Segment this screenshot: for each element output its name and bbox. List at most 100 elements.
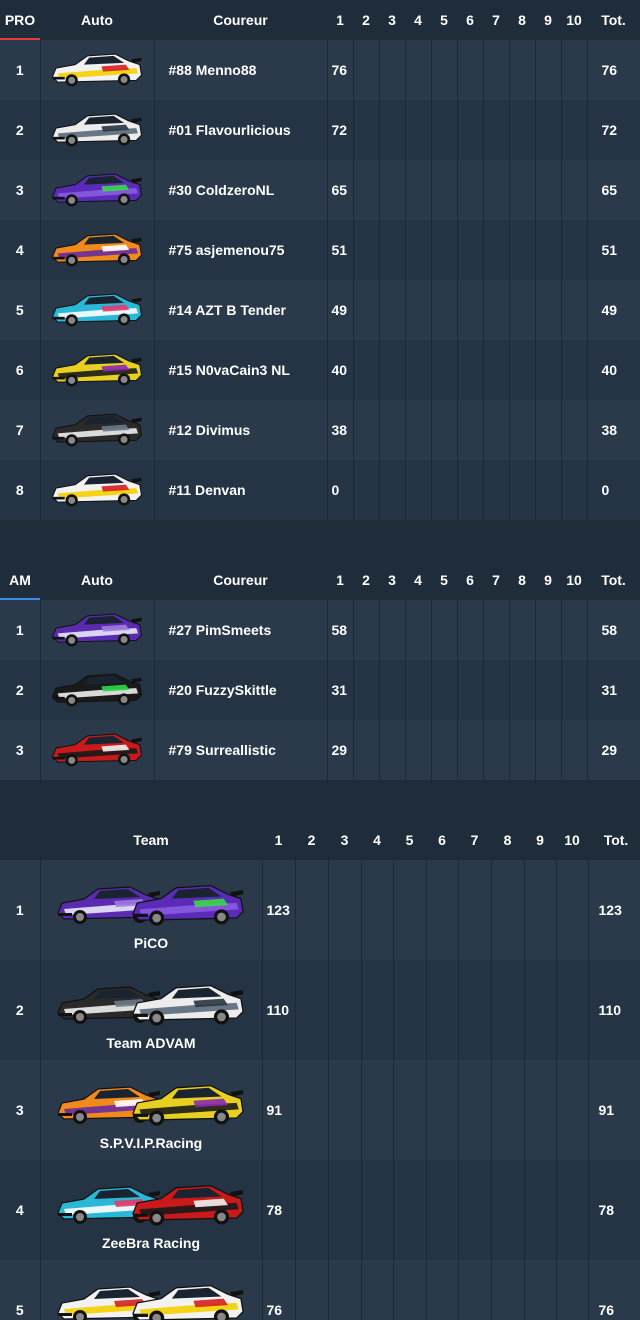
round-10-points xyxy=(561,40,588,100)
round-5-points xyxy=(431,220,458,280)
round-10-points xyxy=(556,1160,589,1260)
round-7-points xyxy=(458,860,492,960)
team-row: 2 Team ADVAM 110 110 xyxy=(0,960,640,1060)
round-8-points xyxy=(491,960,525,1060)
car-cell xyxy=(40,40,155,100)
round-3-points xyxy=(328,1060,362,1160)
round-7-points xyxy=(458,1060,492,1160)
round-1-points: 40 xyxy=(327,340,354,400)
position-cell: 1 xyxy=(0,600,41,660)
round-4-points xyxy=(405,600,432,660)
driver-name: #01 Flavourlicious xyxy=(154,100,328,160)
race-car-icon xyxy=(51,233,143,266)
round-3-points xyxy=(379,660,406,720)
team-row: 4 ZeeBra Racing 78 78 xyxy=(0,1160,640,1260)
standings-row: 3 #30 ColdzeroNL 65 65 xyxy=(0,160,640,220)
round-2-points xyxy=(295,960,329,1060)
am-class-label: AM xyxy=(9,572,31,588)
round-9-points xyxy=(535,400,562,460)
car-column-header: Auto xyxy=(40,560,154,600)
round-4-points xyxy=(405,160,432,220)
round-6-points xyxy=(457,340,484,400)
round-2-points xyxy=(353,160,380,220)
team-pos-header xyxy=(0,820,40,860)
am-header-row: AM Auto Coureur 1 2 3 4 5 6 7 8 9 10 Tot… xyxy=(0,560,640,600)
round-1-points: 0 xyxy=(327,460,354,520)
total-points: 91 xyxy=(588,1060,640,1160)
pro-tab-indicator xyxy=(0,38,40,40)
race-car-icon xyxy=(132,1084,244,1126)
round-9-points xyxy=(535,720,562,780)
round-6-points xyxy=(457,460,484,520)
round-3-points xyxy=(379,340,406,400)
round-2-points xyxy=(353,340,380,400)
round-10-header: 10 xyxy=(556,820,588,860)
round-6-points xyxy=(457,220,484,280)
round-7-header: 7 xyxy=(483,0,509,40)
car-column-header: Auto xyxy=(40,0,154,40)
driver-column-header: Coureur xyxy=(154,0,327,40)
round-5-points xyxy=(393,960,427,1060)
position-cell: 1 xyxy=(0,860,41,960)
round-10-points xyxy=(561,460,588,520)
driver-name: #14 AZT B Tender xyxy=(154,280,328,340)
race-car-icon xyxy=(51,293,143,326)
pro-class-tab[interactable]: PRO xyxy=(0,0,40,40)
round-1-header: 1 xyxy=(262,820,295,860)
round-3-points xyxy=(379,160,406,220)
round-8-points xyxy=(509,220,536,280)
round-5-points xyxy=(431,280,458,340)
round-7-points xyxy=(483,280,510,340)
position-cell: 3 xyxy=(0,720,41,780)
round-5-points xyxy=(393,860,427,960)
driver-name: #11 Denvan xyxy=(154,460,328,520)
round-5-points xyxy=(431,460,458,520)
round-10-points xyxy=(561,600,588,660)
round-8-points xyxy=(491,1060,525,1160)
race-car-icon xyxy=(51,413,143,446)
round-9-header: 9 xyxy=(535,0,561,40)
round-9-header: 9 xyxy=(535,560,561,600)
round-1-points: 72 xyxy=(327,100,354,160)
car-cell xyxy=(40,460,155,520)
round-10-header: 10 xyxy=(561,560,587,600)
round-8-points xyxy=(509,460,536,520)
driver-name: #88 Menno88 xyxy=(154,40,328,100)
total-points: 123 xyxy=(588,860,640,960)
round-10-header: 10 xyxy=(561,0,587,40)
round-8-points xyxy=(509,720,536,780)
round-2-points xyxy=(353,40,380,100)
standings-row: 5 #14 AZT B Tender 49 49 xyxy=(0,280,640,340)
round-1-points: 91 xyxy=(262,1060,296,1160)
race-car-icon xyxy=(51,473,143,506)
round-2-points xyxy=(353,600,380,660)
team-row: 5 Supercheap Auto Racing 76 76 xyxy=(0,1260,640,1320)
round-6-points xyxy=(457,400,484,460)
total-column-header: Tot. xyxy=(588,820,640,860)
position-cell: 6 xyxy=(0,340,41,400)
round-5-points xyxy=(431,660,458,720)
round-7-header: 7 xyxy=(458,820,491,860)
round-10-points xyxy=(561,340,588,400)
round-9-header: 9 xyxy=(524,820,556,860)
team-cars xyxy=(41,1075,262,1133)
round-4-points xyxy=(361,860,394,960)
round-8-points xyxy=(491,1160,525,1260)
total-points: 65 xyxy=(587,160,640,220)
round-10-points xyxy=(561,660,588,720)
round-5-points xyxy=(431,400,458,460)
am-class-tab[interactable]: AM xyxy=(0,560,40,600)
round-7-points xyxy=(483,40,510,100)
round-10-points xyxy=(561,400,588,460)
round-10-points xyxy=(561,160,588,220)
round-3-points xyxy=(379,280,406,340)
race-car-icon xyxy=(132,1284,244,1320)
driver-name: #27 PimSmeets xyxy=(154,600,328,660)
round-1-points: 51 xyxy=(327,220,354,280)
round-9-points xyxy=(524,1160,557,1260)
round-7-points xyxy=(458,1160,492,1260)
round-4-points xyxy=(405,720,432,780)
round-8-header: 8 xyxy=(509,0,535,40)
round-9-points xyxy=(535,100,562,160)
round-7-points xyxy=(483,100,510,160)
